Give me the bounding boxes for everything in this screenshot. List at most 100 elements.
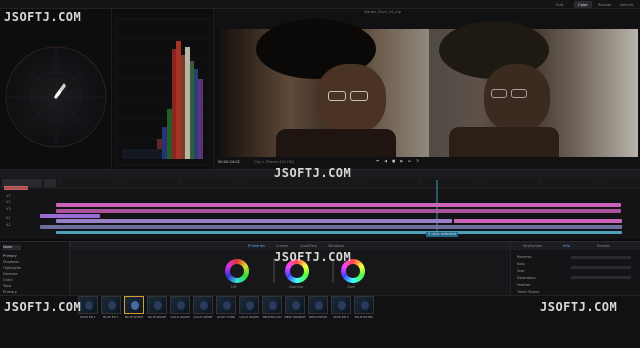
viewer-timecode: 00:00:24:02 bbox=[218, 160, 240, 164]
viewer-panel: Marbie_Silva_04_clip 00:00:24:02 Clip 1 … bbox=[214, 9, 640, 169]
field-feather[interactable]: Feather bbox=[517, 283, 539, 288]
lut-thumbnail-label: BLUE EXTRA bbox=[354, 315, 374, 319]
track-label-v1: V1 bbox=[6, 194, 11, 198]
play-icon[interactable]: ▶ bbox=[400, 159, 403, 164]
field-size[interactable]: Size bbox=[517, 269, 539, 274]
tab-primaries[interactable]: Primaries bbox=[248, 244, 265, 249]
track-label-v3: V3 bbox=[6, 207, 11, 211]
field-reverse[interactable]: Reverse bbox=[517, 255, 539, 260]
timeline-clip[interactable] bbox=[56, 203, 621, 207]
timeline-clip[interactable] bbox=[40, 214, 100, 218]
tab-keyframes[interactable]: Keyframes bbox=[523, 244, 542, 249]
watermark-center-2: JSOFTJ.COM bbox=[274, 250, 352, 264]
lut-thumbnail[interactable] bbox=[124, 296, 144, 314]
page-tab-render[interactable]: Render bbox=[594, 1, 616, 8]
node-item[interactable]: Grain bbox=[3, 278, 21, 283]
gain-label: Gain bbox=[347, 285, 356, 289]
lut-thumbnail-label: NEW ORANGE bbox=[284, 315, 306, 319]
vectorscope-graphic bbox=[5, 46, 107, 148]
vectorscope-panel bbox=[0, 9, 112, 169]
lut-thumbnail-label: BLUE WARM bbox=[124, 315, 144, 319]
timeline-clip[interactable] bbox=[56, 219, 452, 223]
lut-thumbnail[interactable] bbox=[101, 296, 121, 314]
lut-thumbnail[interactable] bbox=[170, 296, 190, 314]
face-shape-right bbox=[484, 64, 550, 132]
node-item[interactable]: Highlights bbox=[3, 266, 21, 271]
node-item[interactable]: Shadows bbox=[3, 260, 21, 265]
track-label-v2: V2 bbox=[6, 200, 11, 204]
stop-icon[interactable]: ■ bbox=[392, 159, 395, 164]
node-item[interactable]: Tone bbox=[3, 284, 21, 289]
page-tab-deliver[interactable]: Deliver bbox=[616, 1, 638, 8]
tab-info[interactable]: Info bbox=[563, 244, 570, 249]
lift-label: Lift bbox=[231, 285, 237, 289]
node-list: Primary Shadows Highlights Denoise Grain… bbox=[3, 254, 21, 301]
lift-wheel[interactable] bbox=[225, 259, 249, 283]
waveform-graphic bbox=[115, 18, 211, 166]
viewer-clip-title: Marbie_Silva_04_clip bbox=[364, 10, 402, 14]
right-fields: Reverse Solo Size Saturation Feather Tra… bbox=[517, 255, 539, 295]
right-tab-bar: Keyframes Info Scopes bbox=[511, 242, 640, 250]
viewer-image-left bbox=[216, 19, 429, 157]
lut-thumbnail-label: BLUE ED 1 bbox=[103, 315, 119, 319]
glasses-left bbox=[328, 91, 346, 101]
lut-thumbnail[interactable] bbox=[331, 296, 351, 314]
lut-thumbnail-label: NEUTRAL ED bbox=[262, 315, 282, 319]
lut-thumbnail[interactable] bbox=[216, 296, 236, 314]
right-slider-2[interactable] bbox=[571, 266, 631, 269]
viewer-info: Clip 1 (Prores 422 HQ) bbox=[254, 160, 295, 164]
lut-thumbnail-label: NOIR PN 2 bbox=[333, 315, 349, 319]
timeline-status: 2 clips selected bbox=[426, 232, 458, 237]
timeline-tracks: V1 V2 V3 A1 A2 2 clips selected bbox=[0, 190, 640, 238]
page-tab-edit[interactable]: Edit bbox=[552, 1, 567, 8]
tab-curves[interactable]: Curves bbox=[276, 244, 288, 249]
transport-buttons: ⏮ ◀ ■ ▶ ⏭ ↻ bbox=[376, 159, 419, 164]
lut-thumbnail[interactable] bbox=[147, 296, 167, 314]
track-label-a2: A2 bbox=[6, 223, 11, 227]
lut-thumbnail[interactable] bbox=[285, 296, 305, 314]
watermark-top-left: JSOFTJ.COM bbox=[4, 10, 82, 24]
node-item[interactable]: Primary bbox=[3, 254, 21, 259]
lut-thumbnail[interactable] bbox=[262, 296, 282, 314]
tab-windows[interactable]: Windows bbox=[328, 244, 344, 249]
right-slider-1[interactable] bbox=[571, 256, 631, 259]
field-solo[interactable]: Solo bbox=[517, 262, 539, 267]
watermark-center: JSOFTJ.COM bbox=[274, 166, 352, 180]
lut-thumbnail-label: NOIR PN 1 bbox=[80, 315, 96, 319]
lut-thumbnail[interactable] bbox=[239, 296, 259, 314]
page-switcher-bar: Edit Color Render Deliver bbox=[0, 0, 640, 9]
glasses-right-left bbox=[491, 89, 507, 98]
loop-icon[interactable]: ↻ bbox=[416, 159, 419, 164]
wheels-tab-bar: Primaries Curves Qualifiers Windows bbox=[70, 242, 510, 250]
lut-thumbnail[interactable] bbox=[308, 296, 328, 314]
watermark-bottom-left: JSOFTJ.COM bbox=[4, 300, 82, 314]
coat-shape bbox=[276, 129, 396, 157]
step-back-icon[interactable]: ◀ bbox=[384, 159, 387, 164]
timeline-clip[interactable] bbox=[56, 209, 621, 213]
lut-thumbnail-label: NEW MOVIE bbox=[309, 315, 327, 319]
lut-thumbnail-label: GOLD WARM bbox=[170, 315, 190, 319]
tab-qualifiers[interactable]: Qualifiers bbox=[300, 244, 317, 249]
field-saturation[interactable]: Saturation bbox=[517, 276, 539, 281]
timeline-audio-clip[interactable] bbox=[56, 231, 622, 234]
lut-thumbnail-label: BLUE MOVIE bbox=[147, 315, 167, 319]
skip-back-icon[interactable]: ⏮ bbox=[376, 159, 379, 164]
waveform-panel bbox=[112, 9, 214, 169]
nodes-header: Node bbox=[3, 245, 21, 250]
node-item[interactable]: Denoise bbox=[3, 272, 21, 277]
lut-thumbnail-label: GOLD WARM bbox=[239, 315, 259, 319]
lut-thumbnail-label: GOLD SPORT bbox=[193, 315, 213, 319]
tab-scopes[interactable]: Scopes bbox=[597, 244, 610, 249]
lut-thumbnail[interactable] bbox=[354, 296, 374, 314]
timeline-clip[interactable] bbox=[40, 225, 622, 229]
right-slider-3[interactable] bbox=[571, 276, 631, 279]
skip-forward-icon[interactable]: ⏭ bbox=[408, 159, 411, 164]
gamma-label: Gamma bbox=[289, 285, 304, 289]
glasses-right-right bbox=[511, 89, 527, 98]
lut-thumbnail[interactable] bbox=[193, 296, 213, 314]
timeline-clip[interactable] bbox=[454, 219, 622, 223]
lut-thumbnail-label: GOLD TONE bbox=[217, 315, 235, 319]
watermark-bottom-right: JSOFTJ.COM bbox=[540, 300, 618, 314]
page-tab-color[interactable]: Color bbox=[574, 1, 592, 8]
track-label-a1: A1 bbox=[6, 216, 11, 220]
